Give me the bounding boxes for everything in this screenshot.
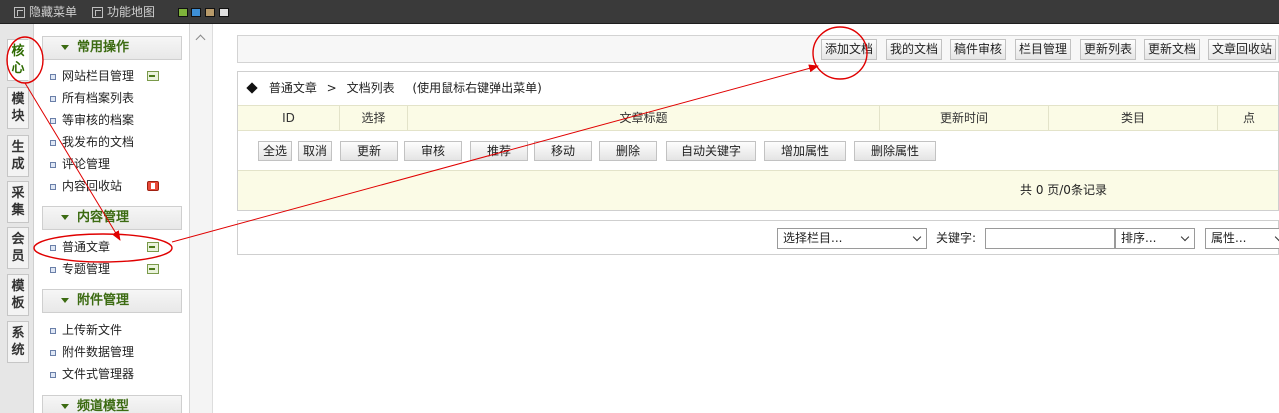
article-recycle-button[interactable]: 文章回收站 <box>1208 39 1277 60</box>
tab-module[interactable]: 模块 <box>7 87 29 129</box>
recommend-button[interactable]: 推荐 <box>470 141 528 161</box>
sort-select-value: 排序... <box>1121 231 1157 245</box>
attr-select[interactable]: 属性... <box>1205 228 1279 249</box>
doc-list-panel: 普通文章 > 文档列表 (使用鼠标右键弹出菜单) ID 选择 文章标题 更新时间… <box>237 71 1279 211</box>
menu-group-channel-model[interactable]: 频道模型 <box>42 395 182 413</box>
menu-item-my-docs[interactable]: 我发布的文档 <box>48 132 134 152</box>
delete-button[interactable]: 删除 <box>599 141 657 161</box>
menu-item-articles[interactable]: 普通文章 <box>48 237 110 257</box>
tab-collect[interactable]: 采集 <box>7 181 29 223</box>
theme-blue-swatch[interactable] <box>191 8 201 17</box>
trash-icon[interactable] <box>147 181 159 191</box>
site-map-icon <box>92 6 103 18</box>
update-list-button[interactable]: 更新列表 <box>1080 39 1137 60</box>
batch-actions: 全选 取消 更新 审核 推荐 移动 删除 自动关键字 增加属性 删除属性 <box>238 131 1278 171</box>
auto-keyword-button[interactable]: 自动关键字 <box>666 141 756 161</box>
main-content: 添加文档 我的文档 稿件审核 栏目管理 更新列表 更新文档 文章回收站 普通文章… <box>213 24 1279 413</box>
attr-select-value: 属性... <box>1211 231 1247 245</box>
top-bar: 隐藏菜单 功能地图 <box>0 0 1279 24</box>
add-doc-button[interactable]: 添加文档 <box>821 39 878 60</box>
diamond-icon <box>246 81 258 94</box>
breadcrumb-sep: > <box>326 81 337 95</box>
sort-select[interactable]: 排序... <box>1115 228 1195 249</box>
module-tabs: 核心 模块 生成 采集 会员 模板 系统 <box>0 24 34 413</box>
col-update-time: 更新时间 <box>880 106 1049 130</box>
column-manage-button[interactable]: 栏目管理 <box>1015 39 1072 60</box>
tab-system[interactable]: 系统 <box>7 321 29 363</box>
category-select-value: 选择栏目... <box>783 231 843 245</box>
col-title: 文章标题 <box>408 106 880 130</box>
breadcrumb-hint: (使用鼠标右键弹出菜单) <box>412 81 542 95</box>
record-count: 共 0 页/0条记录 <box>1020 183 1107 197</box>
menu-group-attachments[interactable]: 附件管理 <box>42 289 182 313</box>
menu-item-recycle[interactable]: 内容回收站 <box>48 176 122 196</box>
menu-group-content[interactable]: 内容管理 <box>42 206 182 230</box>
add-attr-button[interactable]: 增加属性 <box>764 141 846 161</box>
hide-menu-icon <box>14 6 25 18</box>
col-category: 类目 <box>1049 106 1218 130</box>
chevron-down-icon <box>912 232 922 242</box>
chevron-down-icon <box>1274 232 1279 242</box>
my-docs-button[interactable]: 我的文档 <box>886 39 943 60</box>
theme-gray-swatch[interactable] <box>219 8 229 17</box>
add-icon[interactable] <box>147 242 159 252</box>
keyword-label: 关键字: <box>936 231 977 245</box>
search-bar: 选择栏目... 关键字: 排序... 属性... <box>237 220 1279 255</box>
tab-core[interactable]: 核心 <box>7 39 29 81</box>
menu-item-file-manager[interactable]: 文件式管理器 <box>48 364 134 384</box>
breadcrumb: 普通文章 > 文档列表 (使用鼠标右键弹出菜单) <box>238 72 1278 105</box>
site-map-label: 功能地图 <box>107 5 156 19</box>
add-icon[interactable] <box>147 264 159 274</box>
category-select[interactable]: 选择栏目... <box>777 228 927 249</box>
menu-item-site-columns[interactable]: 网站栏目管理 <box>48 66 134 86</box>
tab-generate[interactable]: 生成 <box>7 135 29 177</box>
theme-brown-swatch[interactable] <box>205 8 215 17</box>
cancel-button[interactable]: 取消 <box>298 141 332 161</box>
remove-attr-button[interactable]: 删除属性 <box>854 141 936 161</box>
col-select: 选择 <box>340 106 408 130</box>
collapse-icon[interactable] <box>195 34 206 45</box>
pagination-summary: 共 0 页/0条记录 <box>238 171 1278 210</box>
update-button[interactable]: 更新 <box>340 141 398 161</box>
menu-item-attachment-data[interactable]: 附件数据管理 <box>48 342 134 362</box>
tab-template[interactable]: 模板 <box>7 274 29 316</box>
table-header: ID 选择 文章标题 更新时间 类目 点 <box>238 105 1278 131</box>
col-id: ID <box>238 106 340 130</box>
hide-menu-label: 隐藏菜单 <box>29 5 78 19</box>
breadcrumb-articles[interactable]: 普通文章 <box>269 81 317 95</box>
breadcrumb-list: 文档列表 <box>346 81 395 95</box>
keyword-input[interactable] <box>985 228 1115 249</box>
audit-button[interactable]: 审核 <box>404 141 462 161</box>
site-map-link[interactable]: 功能地图 <box>92 4 155 20</box>
menu-item-all-archives[interactable]: 所有档案列表 <box>48 88 134 108</box>
add-icon[interactable] <box>147 71 159 81</box>
side-menu: 常用操作 网站栏目管理 所有档案列表 等审核的档案 我发布的文档 评论管理 内容… <box>34 24 190 413</box>
move-button[interactable]: 移动 <box>534 141 592 161</box>
menu-item-comments[interactable]: 评论管理 <box>48 154 110 174</box>
theme-green-swatch[interactable] <box>178 8 188 17</box>
select-all-button[interactable]: 全选 <box>258 141 292 161</box>
review-button[interactable]: 稿件审核 <box>950 39 1007 60</box>
doc-toolbar: 添加文档 我的文档 稿件审核 栏目管理 更新列表 更新文档 文章回收站 <box>237 35 1279 63</box>
menu-item-pending-archives[interactable]: 等审核的档案 <box>48 110 134 130</box>
col-clicks: 点 <box>1242 111 1255 125</box>
tab-member[interactable]: 会员 <box>7 227 29 269</box>
chevron-down-icon <box>1180 232 1190 242</box>
menu-group-common[interactable]: 常用操作 <box>42 36 182 60</box>
menu-item-topics[interactable]: 专题管理 <box>48 259 110 279</box>
hide-menu-link[interactable]: 隐藏菜单 <box>14 4 77 20</box>
menu-item-upload[interactable]: 上传新文件 <box>48 320 122 340</box>
menu-splitter[interactable] <box>190 24 213 413</box>
update-doc-button[interactable]: 更新文档 <box>1144 39 1201 60</box>
